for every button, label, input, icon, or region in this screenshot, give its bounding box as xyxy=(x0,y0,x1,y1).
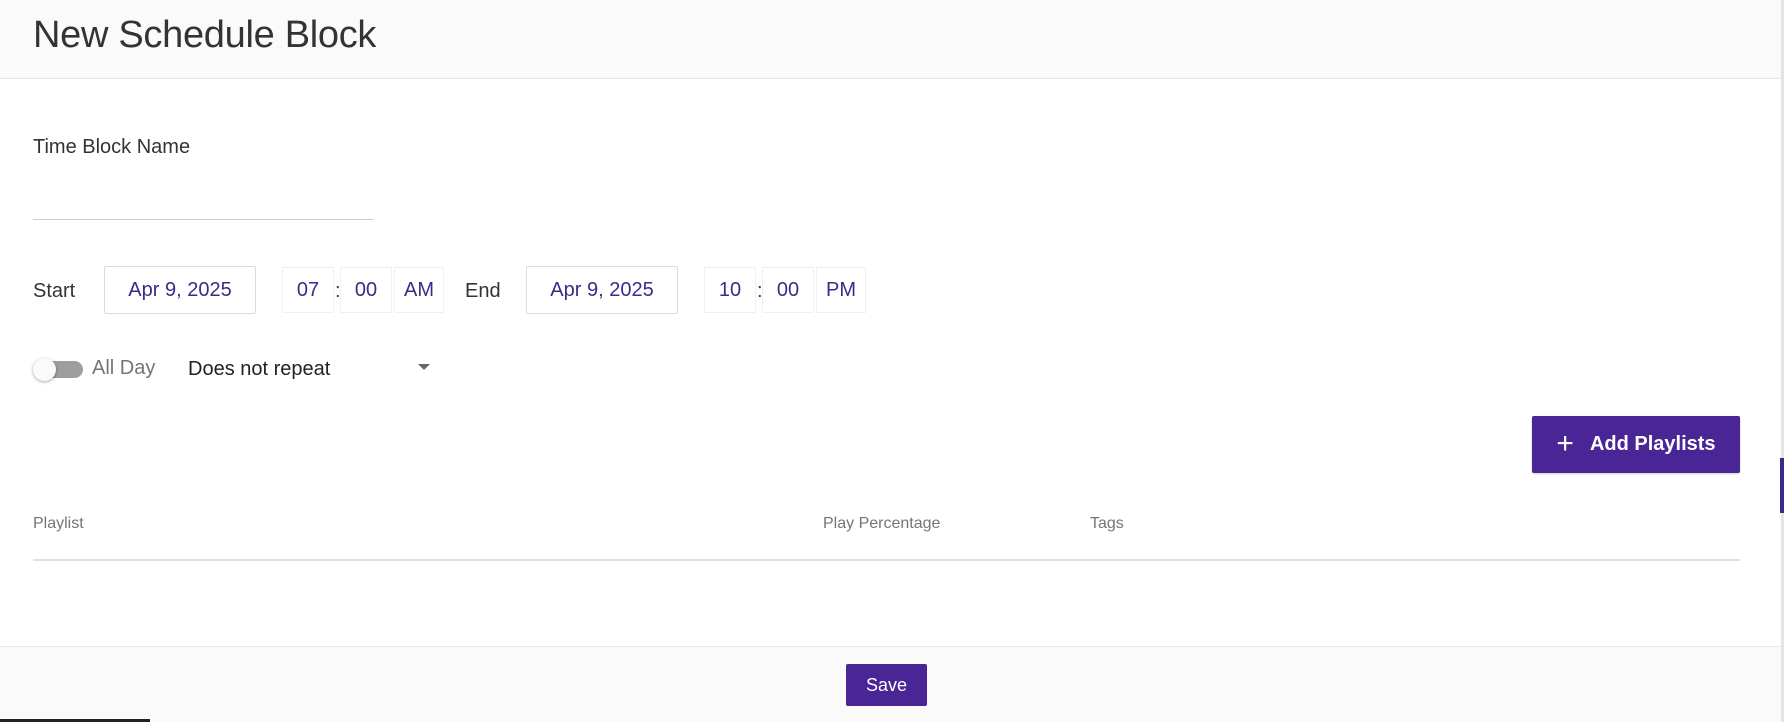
all-day-toggle[interactable] xyxy=(33,358,83,381)
plus-icon: + xyxy=(1556,426,1574,460)
all-day-label: All Day xyxy=(92,357,156,379)
save-button[interactable]: Save xyxy=(846,664,927,706)
page-title: New Schedule Block xyxy=(33,14,377,56)
time-block-name-label: Time Block Name xyxy=(33,136,191,158)
start-label: Start xyxy=(33,280,76,302)
end-minute-input[interactable]: 00 xyxy=(762,267,814,313)
page-header: New Schedule Block xyxy=(0,0,1784,79)
start-date-picker[interactable]: Apr 9, 2025 xyxy=(104,266,256,314)
add-playlists-button[interactable]: + Add Playlists xyxy=(1532,416,1740,473)
end-hour-input[interactable]: 10 xyxy=(704,267,756,313)
table-header-divider xyxy=(33,559,1740,561)
start-hour-input[interactable]: 07 xyxy=(282,267,334,313)
column-header-playlist: Playlist xyxy=(33,515,84,532)
start-minute-input[interactable]: 00 xyxy=(340,267,392,313)
start-meridiem-toggle[interactable]: AM xyxy=(394,267,444,313)
schedule-block-page: New Schedule Block Time Block Name Start… xyxy=(0,0,1784,722)
page-footer: Save xyxy=(0,646,1784,722)
repeat-selected-value: Does not repeat xyxy=(188,357,331,380)
add-playlists-label: Add Playlists xyxy=(1589,433,1716,455)
side-panel-tab[interactable] xyxy=(1780,458,1784,513)
column-header-play-percentage: Play Percentage xyxy=(823,515,941,532)
time-block-name-input[interactable] xyxy=(33,176,374,220)
end-label: End xyxy=(465,280,501,302)
end-date-picker[interactable]: Apr 9, 2025 xyxy=(526,266,678,314)
end-meridiem-toggle[interactable]: PM xyxy=(816,267,866,313)
repeat-select[interactable]: Does not repeat xyxy=(188,354,438,384)
toggle-thumb xyxy=(33,358,56,381)
column-header-tags: Tags xyxy=(1090,515,1124,532)
chevron-down-icon xyxy=(418,364,430,370)
